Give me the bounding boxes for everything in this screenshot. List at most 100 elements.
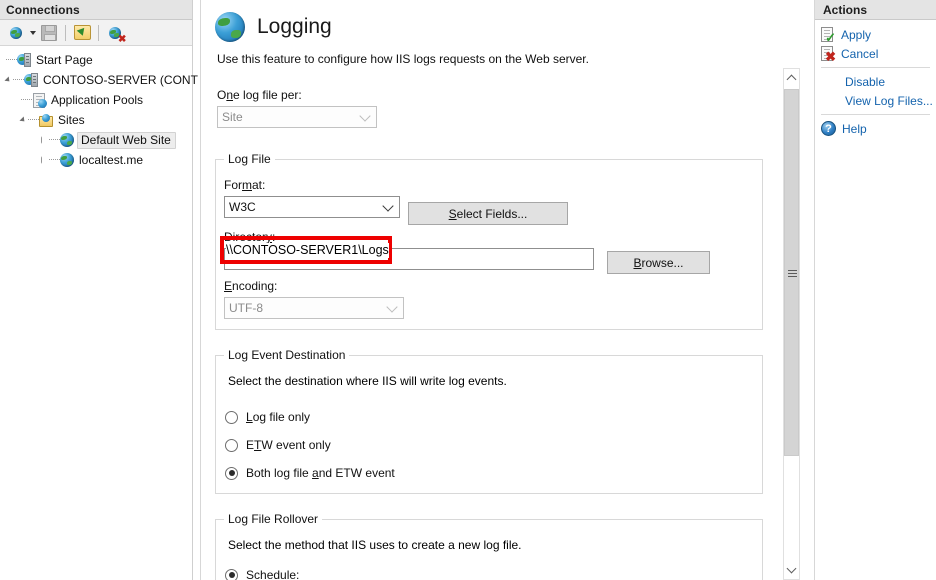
website-globe-icon <box>60 133 74 147</box>
tree-item-label: CONTOSO-SERVER (CONT <box>43 73 198 87</box>
radio-button[interactable] <box>225 568 238 580</box>
encoding-label: Encoding: <box>224 279 278 293</box>
log-file-rollover-legend: Log File Rollover <box>228 512 319 526</box>
log-event-destination-description: Select the destination where IIS will wr… <box>228 374 507 388</box>
action-cancel[interactable]: ✖ Cancel <box>815 44 936 63</box>
format-label: Format: <box>224 178 266 192</box>
actions-list: ✓ Apply ✖ Cancel Disable View Log Files.… <box>815 20 936 138</box>
log-file-group-legend: Log File <box>228 152 271 166</box>
radio-button[interactable] <box>225 438 238 452</box>
tree-item-start-page[interactable]: Start Page <box>0 50 192 70</box>
application-pools-icon <box>32 93 47 108</box>
sites-folder-icon <box>39 113 53 127</box>
tree-item-localtest-me[interactable]: localtest.me <box>0 150 192 170</box>
actions-separator <box>821 67 930 68</box>
radio-button[interactable] <box>225 466 238 480</box>
connections-title: Connections <box>6 2 80 17</box>
radio-label: Log file only <box>246 410 311 424</box>
toolbar-separator-1 <box>65 24 66 41</box>
browse-button[interactable]: Browse... <box>607 251 710 274</box>
action-label: Disable <box>845 74 886 89</box>
website-globe-icon <box>60 153 74 167</box>
connect-dropdown-caret-icon[interactable] <box>30 30 36 35</box>
log-event-destination-legend: Log Event Destination <box>228 348 346 362</box>
server-globe-icon <box>24 73 38 87</box>
browse-label: Browse... <box>633 255 684 270</box>
tree-item-default-web-site[interactable]: Default Web Site <box>0 130 192 150</box>
tree-dotted-line <box>28 119 39 121</box>
actions-separator <box>821 114 930 115</box>
globe-shape <box>10 26 22 39</box>
action-label: View Log Files... <box>845 93 933 108</box>
directory-highlight-text: \\CONTOSO-SERVER1\Logs <box>226 243 389 258</box>
page-description: Use this feature to configure how IIS lo… <box>217 52 589 66</box>
encoding-select[interactable]: UTF-8 <box>224 297 404 319</box>
tree-item-label: localtest.me <box>79 153 144 167</box>
tree-item-label: Application Pools <box>51 93 144 107</box>
log-file-group: Log File Format: W3C Select Fields... Di… <box>215 152 763 330</box>
format-select[interactable]: W3C <box>224 196 400 218</box>
page-header: Logging <box>201 0 814 42</box>
expander-closed-icon[interactable] <box>38 155 49 166</box>
connections-title-bar: Connections <box>0 0 192 20</box>
log-file-rollover-description: Select the method that IIS uses to creat… <box>228 538 522 552</box>
content-vertical-scrollbar[interactable] <box>783 68 800 580</box>
apply-icon: ✓ <box>821 27 836 44</box>
connections-toolbar: ✖ <box>0 20 192 46</box>
connections-tree: Start Page CONTOSO-SERVER (CONT Applicat… <box>0 46 198 170</box>
tree-item-application-pools[interactable]: Application Pools <box>0 90 192 110</box>
save-icon[interactable] <box>38 22 60 44</box>
radio-label: Both log file and ETW event <box>246 466 395 480</box>
one-log-file-per-select[interactable]: Site <box>217 106 377 128</box>
scroll-thumb-grip <box>787 269 797 277</box>
expander-open-icon[interactable] <box>17 115 28 126</box>
tree-item-label: Default Web Site <box>77 131 176 149</box>
open-folder-icon[interactable] <box>71 22 93 44</box>
tree-item-label: Start Page <box>36 53 93 67</box>
radio-log-file-only[interactable]: Log file only <box>225 410 310 424</box>
format-field: Format: W3C <box>224 178 400 218</box>
action-label: Cancel <box>841 46 879 61</box>
action-disable[interactable]: Disable <box>815 72 936 91</box>
tree-item-label: Sites <box>58 113 85 127</box>
scroll-down-arrow[interactable] <box>784 561 799 579</box>
toolbar-separator-2 <box>98 24 99 41</box>
actions-title-bar: Actions <box>815 0 936 20</box>
scroll-thumb[interactable] <box>784 89 799 456</box>
disconnect-icon[interactable]: ✖ <box>104 22 126 44</box>
connect-globe-icon[interactable] <box>5 22 27 44</box>
radio-etw-event-only[interactable]: ETW event only <box>225 438 331 452</box>
radio-button[interactable] <box>225 410 238 424</box>
tree-item-sites[interactable]: Sites <box>0 110 192 130</box>
tree-dotted-line <box>49 159 60 161</box>
format-value: W3C <box>229 200 256 214</box>
expander-closed-icon[interactable] <box>38 135 49 146</box>
encoding-field: Encoding: UTF-8 <box>224 279 404 319</box>
iis-manager-window: Connections ✖ Start Page CONTOSO-SERVER … <box>0 0 936 580</box>
pane-splitter[interactable] <box>193 0 201 580</box>
radio-both-log-file-and-etw-event[interactable]: Both log file and ETW event <box>225 466 395 480</box>
actions-title: Actions <box>823 2 868 17</box>
one-log-file-per-field: One log file per: Site <box>217 88 577 128</box>
action-apply[interactable]: ✓ Apply <box>815 25 936 44</box>
radio-schedule[interactable]: Schedule: <box>225 568 299 580</box>
chevron-down-icon <box>359 110 371 122</box>
action-label: Help <box>842 121 867 136</box>
action-view-log-files[interactable]: View Log Files... <box>815 91 936 110</box>
encoding-value: UTF-8 <box>229 301 263 315</box>
one-log-file-per-value: Site <box>222 110 243 124</box>
tree-dotted-line <box>49 139 60 141</box>
scroll-up-arrow[interactable] <box>784 69 799 87</box>
save-glyph <box>41 24 57 41</box>
one-log-file-per-label: One log file per: <box>217 88 302 102</box>
logging-globe-icon <box>215 12 245 42</box>
select-fields-button[interactable]: Select Fields... <box>408 202 568 225</box>
help-icon: ? <box>821 121 836 136</box>
expander-open-icon[interactable] <box>2 75 13 86</box>
tree-dotted-line <box>21 99 32 101</box>
radio-label: ETW event only <box>246 438 331 452</box>
action-help[interactable]: ? Help <box>815 119 936 138</box>
actions-pane: Actions ✓ Apply ✖ Cancel Disable View Lo <box>815 0 936 580</box>
log-event-destination-group: Log Event Destination Select the destina… <box>215 348 763 494</box>
tree-item-contoso-server[interactable]: CONTOSO-SERVER (CONT <box>0 70 198 90</box>
